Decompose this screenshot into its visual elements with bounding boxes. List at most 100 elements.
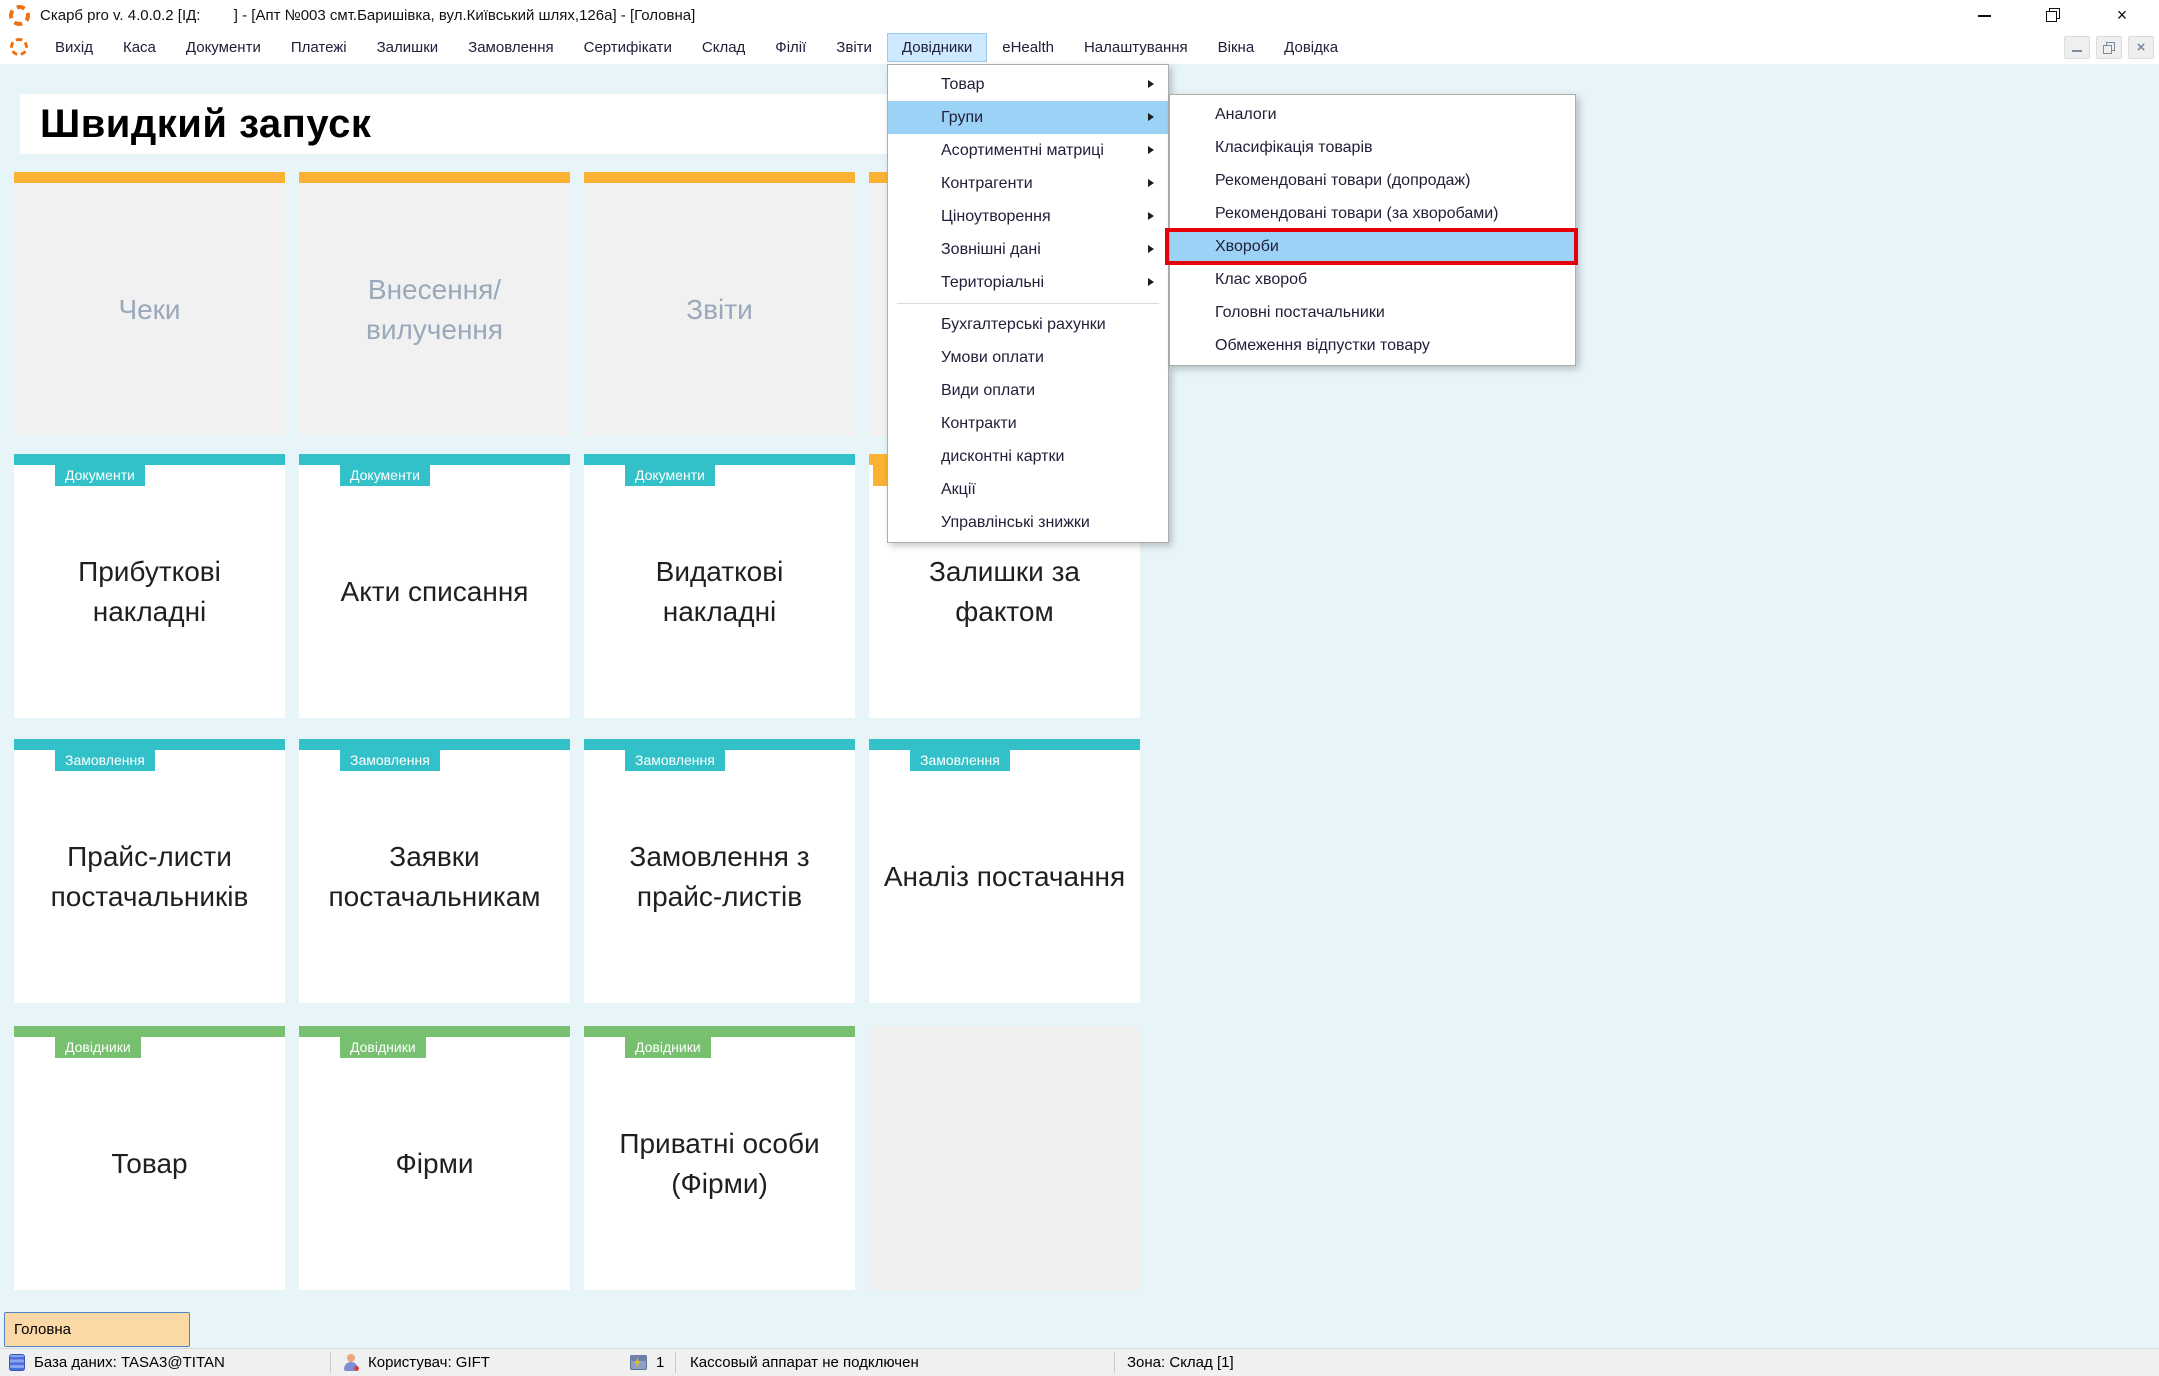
menu-option[interactable]: Клас хвороб [1170, 263, 1575, 296]
mdi-close-icon: × [2137, 40, 2146, 55]
menu-option[interactable]: Рекомендовані товари (за хворобами) [1170, 197, 1575, 230]
menubar-item[interactable]: Сертифікати [569, 33, 687, 62]
menu-option[interactable]: Умови оплати [888, 341, 1168, 374]
menubar-item-active[interactable]: Довідники [887, 33, 987, 62]
menubar-item[interactable]: Склад [687, 33, 760, 62]
submenu-arrow-icon [1148, 113, 1154, 121]
menu-option[interactable]: Контракти [888, 407, 1168, 440]
menu-option[interactable]: дисконтні картки [888, 440, 1168, 473]
menu-option[interactable]: Асортиментні матриці [888, 134, 1168, 167]
menubar-item[interactable]: eHealth [987, 33, 1069, 62]
menubar-item[interactable]: Документи [171, 33, 276, 62]
menu-option[interactable]: Контрагенти [888, 167, 1168, 200]
menubar-item[interactable]: Налаштування [1069, 33, 1203, 62]
window-controls: × [1969, 0, 2137, 30]
tile-title: Видаткові накладні [621, 552, 819, 630]
submenu-arrow-icon [1148, 212, 1154, 220]
tile[interactable]: Довідники Приватні особи (Фірми) [584, 1026, 855, 1290]
menu-option[interactable]: Аналоги [1170, 98, 1575, 131]
tile[interactable] [869, 1026, 1140, 1290]
tile[interactable]: Каса Звіти [584, 172, 855, 436]
page-title: Швидкий запуск [40, 102, 371, 147]
window-title: Скарб pro v. 4.0.0.2 [ІД: ] - [Апт №003 … [40, 7, 695, 24]
tile[interactable]: Замовлення Заявки постачальникам [299, 739, 570, 1003]
tile-category-bar [299, 1026, 570, 1037]
submenu-arrow-icon [1148, 245, 1154, 253]
tile[interactable]: Документи Прибуткові накладні [14, 454, 285, 718]
tile-title: Аналіз постачання [884, 857, 1125, 896]
tile-category-bar [299, 454, 570, 465]
menu-option-highlighted[interactable]: Групи [888, 101, 1168, 134]
restore-icon [2046, 8, 2060, 22]
menu-option[interactable]: Види оплати [888, 374, 1168, 407]
status-separator [330, 1352, 331, 1373]
menu-option[interactable]: Головні постачальники [1170, 296, 1575, 329]
close-button[interactable]: × [2107, 2, 2137, 28]
menu-option[interactable]: Класифікація товарів [1170, 131, 1575, 164]
tile[interactable]: Довідники Товар [14, 1026, 285, 1290]
menu-option[interactable]: Управлінські знижки [888, 506, 1168, 539]
menu-option-highlighted[interactable]: Хвороби [1170, 230, 1575, 263]
tile[interactable]: Каса Чеки [14, 172, 285, 436]
menu-separator [897, 303, 1159, 305]
tile-category-bar [584, 739, 855, 750]
menubar-item[interactable]: Звіти [821, 33, 887, 62]
title-bar: Скарб pro v. 4.0.0.2 [ІД: ] - [Апт №003 … [0, 0, 2159, 30]
menu-option[interactable]: Акції [888, 473, 1168, 506]
tile-category-bar [299, 172, 570, 183]
status-zone: Зона: Склад [1] [1127, 1349, 1234, 1376]
tile-body: Акти списання [299, 465, 570, 718]
menu-option[interactable]: Товар [888, 68, 1168, 101]
menubar-item[interactable]: Залишки [362, 33, 454, 62]
mdi-minimize-button[interactable] [2064, 36, 2090, 59]
tile[interactable]: Довідники Фірми [299, 1026, 570, 1290]
menu-option[interactable]: Рекомендовані товари (допродаж) [1170, 164, 1575, 197]
menubar-item[interactable]: Філії [760, 33, 821, 62]
tile-category-bar [14, 1026, 285, 1037]
menu-option[interactable]: Обмеження відпустки товару [1170, 329, 1575, 362]
tile[interactable]: Документи Видаткові накладні [584, 454, 855, 718]
menu-option[interactable]: Ціноутворення [888, 200, 1168, 233]
restore-button[interactable] [2038, 2, 2068, 28]
menubar-item[interactable]: Вікна [1203, 33, 1270, 62]
menubar-item[interactable]: Каса [108, 33, 171, 62]
dovidnyky-dropdown-menu: Товар Групи Асортиментні матриці Контраг… [887, 64, 1169, 543]
menu-bar: ВихідКасаДокументиПлатежіЗалишкиЗамовлен… [0, 30, 2159, 64]
submenu-arrow-icon [1148, 146, 1154, 154]
tab-holovna[interactable]: Головна [4, 1312, 190, 1347]
tile-body: Прайс-листи постачальників [14, 750, 285, 1003]
menu-option[interactable]: Бухгалтерські рахунки [888, 308, 1168, 341]
tile-body: Звіти [584, 183, 855, 436]
tile[interactable]: Каса Внесення/вилучення [299, 172, 570, 436]
tile-body: Аналіз постачання [869, 750, 1140, 1003]
tile-body: Внесення/вилучення [299, 183, 570, 436]
tile-title: Акти списання [341, 572, 529, 611]
mdi-close-button[interactable]: × [2128, 36, 2154, 59]
tile-body: Фірми [299, 1037, 570, 1290]
submenu-arrow-icon [1148, 80, 1154, 88]
minimize-button[interactable] [1969, 2, 1999, 28]
tile-title: Залишки за фактом [906, 552, 1104, 630]
menu-option[interactable]: Територіальні [888, 266, 1168, 299]
tile-body: Приватні особи (Фірми) [584, 1037, 855, 1290]
tile-title: Замовлення з прайс-листів [596, 837, 843, 915]
tile[interactable]: Замовлення Прайс-листи постачальників [14, 739, 285, 1003]
menubar-item[interactable]: Платежі [276, 33, 362, 62]
status-user: Користувач: GIFT [368, 1349, 490, 1376]
tile[interactable]: Документи Акти списання [299, 454, 570, 718]
tile-title: Заявки постачальникам [311, 837, 558, 915]
tile[interactable]: Замовлення Замовлення з прайс-листів [584, 739, 855, 1003]
tile[interactable]: Замовлення Аналіз постачання [869, 739, 1140, 1003]
menubar-item[interactable]: Довідка [1269, 33, 1353, 62]
menubar-item[interactable]: Вихід [40, 33, 108, 62]
user-icon [343, 1354, 359, 1371]
tile-body: Товар [14, 1037, 285, 1290]
menu-items: ВихідКасаДокументиПлатежіЗалишкиЗамовлен… [40, 33, 1353, 62]
tile-title: Товар [111, 1144, 187, 1183]
tile-title: Фірми [396, 1144, 474, 1183]
menu-option[interactable]: Зовнішні дані [888, 233, 1168, 266]
menubar-item[interactable]: Замовлення [453, 33, 568, 62]
mdi-restore-button[interactable] [2096, 36, 2122, 59]
status-database: База даних: TASA3@TITAN [34, 1349, 225, 1376]
tile-category-bar [14, 454, 285, 465]
